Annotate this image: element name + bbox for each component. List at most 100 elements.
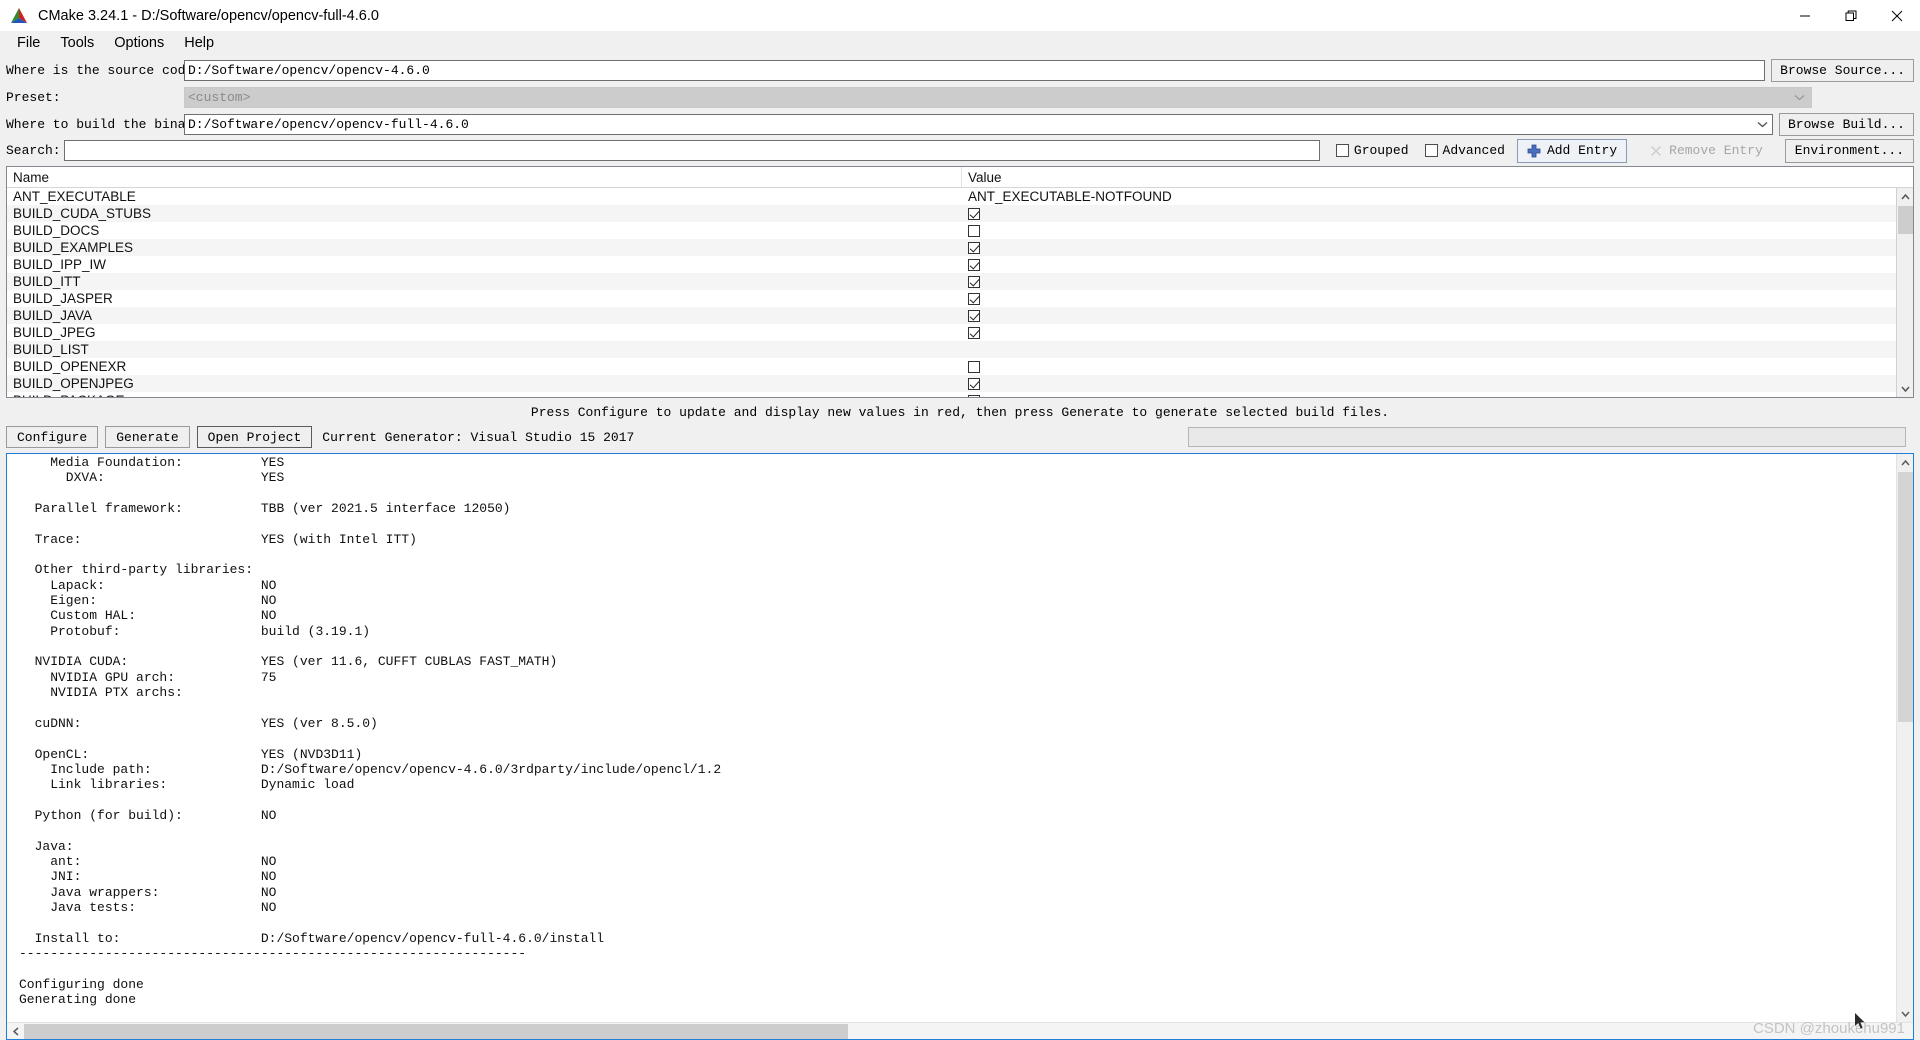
cache-variable-value[interactable] [962, 326, 1896, 339]
cache-vertical-scrollbar[interactable] [1896, 188, 1913, 397]
preset-combobox[interactable]: <custom> [184, 87, 1812, 108]
cache-variable-value[interactable] [962, 394, 1896, 397]
cache-variables-table: Name Value ANT_EXECUTABLE ANT_EXECUTABLE-… [6, 166, 1914, 398]
path-fields-area: Where is the source code: Browse Source.… [0, 55, 1920, 140]
close-icon[interactable] [1874, 0, 1920, 31]
log-horizontal-scrollbar[interactable] [7, 1022, 1913, 1039]
window-controls [1782, 0, 1920, 31]
table-row[interactable]: BUILD_JASPER [7, 290, 1896, 307]
cache-value-checkbox[interactable] [968, 241, 980, 254]
cache-variable-value[interactable] [962, 275, 1896, 288]
log-vertical-scrollbar[interactable] [1896, 454, 1913, 1022]
binaries-value[interactable]: D:/Software/opencv/opencv-full-4.6.0 [185, 115, 1754, 134]
chevron-down-icon[interactable] [1754, 121, 1772, 128]
cache-value-checkbox[interactable] [968, 292, 980, 305]
table-row[interactable]: BUILD_EXAMPLES [7, 239, 1896, 256]
table-row[interactable]: BUILD_JAVA [7, 307, 1896, 324]
table-row[interactable]: BUILD_CUDA_STUBS [7, 205, 1896, 222]
window-title: CMake 3.24.1 - D:/Software/opencv/opencv… [38, 7, 379, 24]
cache-value-checkbox[interactable] [968, 326, 980, 339]
source-code-row: Where is the source code: Browse Source.… [6, 59, 1914, 82]
browse-source-button[interactable]: Browse Source... [1771, 59, 1914, 82]
grouped-checkbox-box[interactable] [1335, 144, 1349, 157]
cache-variable-value[interactable]: ANT_EXECUTABLE-NOTFOUND [962, 189, 1896, 204]
environment-button[interactable]: Environment... [1784, 138, 1914, 163]
search-toolbar: Search: Grouped Advanced Add Entry Remov… [0, 138, 1920, 164]
title-bar: CMake 3.24.1 - D:/Software/opencv/opencv… [0, 0, 1920, 31]
cache-value-checkbox[interactable] [968, 207, 980, 220]
cache-variable-value[interactable] [962, 258, 1896, 271]
table-row[interactable]: BUILD_OPENJPEG [7, 375, 1896, 392]
preset-label: Preset: [6, 90, 61, 105]
cache-value-checkbox[interactable] [968, 394, 980, 397]
cache-variable-name: BUILD_PACKAGE [7, 393, 962, 397]
cache-rows-container: ANT_EXECUTABLE ANT_EXECUTABLE-NOTFOUND BUI… [7, 188, 1896, 397]
column-header-value[interactable]: Value [962, 167, 1913, 187]
table-row[interactable]: BUILD_LIST [7, 341, 1896, 358]
cache-value-checkbox[interactable] [968, 275, 980, 288]
add-entry-button[interactable]: Add Entry [1516, 138, 1628, 163]
cache-variable-value[interactable] [962, 241, 1896, 254]
source-code-label: Where is the source code: [6, 63, 202, 78]
generate-button[interactable]: Generate [105, 426, 190, 448]
binaries-label: Where to build the binaries: [6, 117, 225, 132]
table-row[interactable]: BUILD_JPEG [7, 324, 1896, 341]
action-bar: Configure Generate Open Project Current … [0, 426, 1920, 453]
scroll-down-icon[interactable] [1897, 380, 1914, 397]
remove-icon [1649, 144, 1663, 158]
maximize-icon[interactable] [1828, 0, 1874, 31]
cache-variable-name: BUILD_OPENJPEG [13, 376, 134, 391]
menu-help[interactable]: Help [174, 33, 224, 53]
cache-variable-name: BUILD_JAVA [13, 308, 93, 323]
cache-variable-value[interactable] [962, 292, 1896, 305]
cache-variable-name: BUILD_LIST [13, 342, 89, 357]
advanced-checkbox-box[interactable] [1424, 144, 1438, 157]
binaries-combobox[interactable]: D:/Software/opencv/opencv-full-4.6.0 [184, 114, 1773, 135]
menu-tools[interactable]: Tools [50, 33, 104, 53]
status-hint-text: Press Configure to update and display ne… [530, 405, 1390, 420]
remove-entry-button: Remove Entry [1639, 139, 1773, 163]
log-scroll-up-icon[interactable] [1897, 454, 1914, 471]
cache-value-checkbox[interactable] [968, 377, 980, 390]
progress-bar [1188, 427, 1906, 447]
table-row[interactable]: BUILD_IPP_IW [7, 256, 1896, 273]
scroll-up-icon[interactable] [1897, 188, 1914, 205]
table-row[interactable]: BUILD_PACKAGE [7, 392, 1896, 397]
configure-button[interactable]: Configure [6, 426, 99, 448]
grouped-checkbox[interactable]: Grouped [1335, 143, 1409, 158]
table-row[interactable]: BUILD_OPENEXR [7, 358, 1896, 375]
log-scroll-left-icon[interactable] [7, 1023, 24, 1040]
cache-variable-value[interactable] [962, 309, 1896, 322]
log-hscrollbar-thumb[interactable] [24, 1023, 848, 1039]
cache-variable-name: BUILD_JPEG [13, 325, 96, 340]
output-log-panel: Media Foundation: YES DXVA: YES Parallel… [6, 453, 1914, 1040]
table-row[interactable]: ANT_EXECUTABLE ANT_EXECUTABLE-NOTFOUND [7, 188, 1896, 205]
log-main-area: Media Foundation: YES DXVA: YES Parallel… [7, 454, 1913, 1022]
open-project-button[interactable]: Open Project [196, 426, 313, 448]
cache-table-body: ANT_EXECUTABLE ANT_EXECUTABLE-NOTFOUND BUI… [7, 188, 1913, 397]
cache-value-checkbox[interactable] [968, 258, 980, 271]
search-input[interactable] [64, 140, 1320, 161]
cache-variable-value[interactable] [962, 207, 1896, 220]
column-header-name[interactable]: Name [7, 167, 962, 187]
search-label: Search: [6, 143, 61, 158]
advanced-checkbox[interactable]: Advanced [1424, 143, 1505, 158]
menu-options[interactable]: Options [104, 33, 174, 53]
log-scrollbar-thumb[interactable] [1898, 472, 1913, 722]
cache-value-checkbox[interactable] [968, 309, 980, 322]
table-row[interactable]: BUILD_DOCS [7, 222, 1896, 239]
table-row[interactable]: BUILD_ITT [7, 273, 1896, 290]
browse-build-button[interactable]: Browse Build... [1778, 113, 1914, 136]
menu-file[interactable]: File [7, 33, 50, 53]
cache-value-checkbox[interactable] [968, 224, 980, 237]
cache-value-checkbox[interactable] [968, 360, 980, 373]
cache-variable-name: BUILD_ITT [13, 274, 81, 289]
cache-variable-value[interactable] [962, 377, 1896, 390]
source-code-input[interactable] [184, 60, 1766, 81]
cmake-gui-window: CMake 3.24.1 - D:/Software/opencv/opencv… [0, 0, 1920, 1040]
minimize-icon[interactable] [1782, 0, 1828, 31]
log-scroll-down-icon[interactable] [1897, 1005, 1914, 1022]
cache-scrollbar-thumb[interactable] [1898, 206, 1913, 234]
cache-variable-value[interactable] [962, 360, 1896, 373]
cache-variable-value[interactable] [962, 224, 1896, 237]
